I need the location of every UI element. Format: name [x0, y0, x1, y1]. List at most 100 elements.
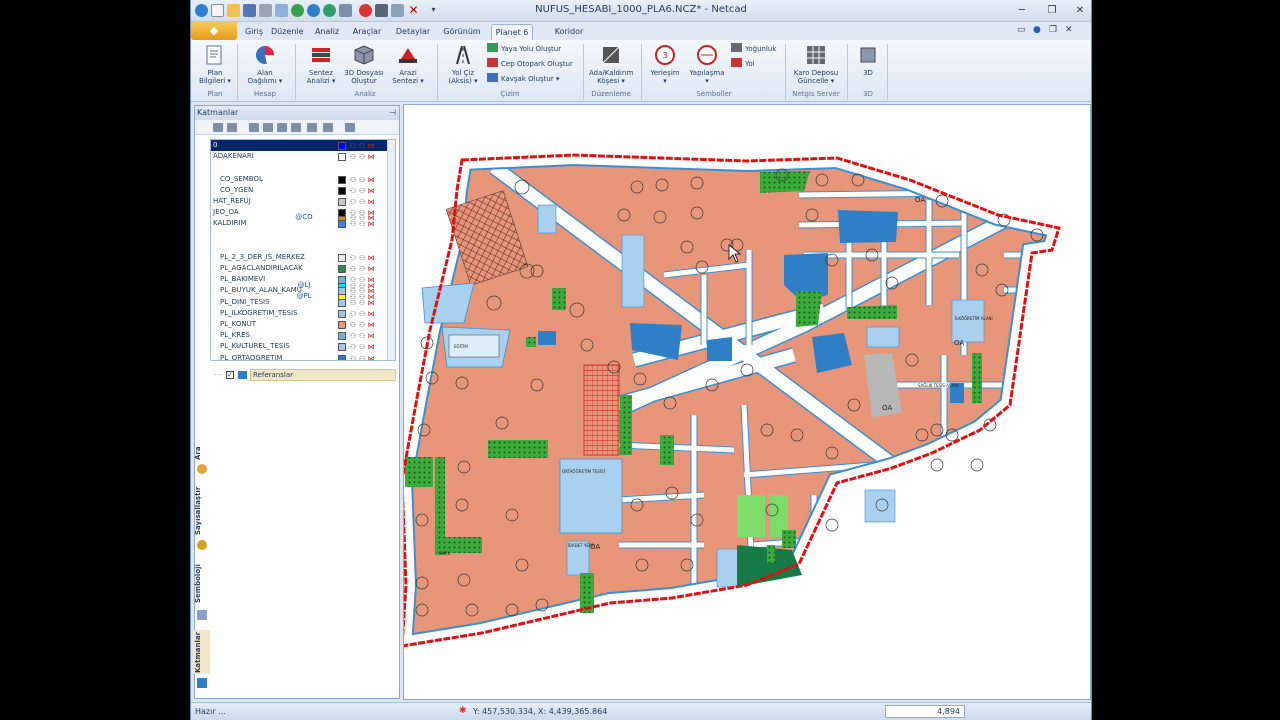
layer-row[interactable]: HAT_REFUJ ⚇ ⚇ ⋈	[211, 196, 395, 207]
layer-row[interactable]: ADAKENARI ⚇ ⚇ ⋈	[211, 151, 395, 162]
freeze-icon[interactable]: ⋈	[367, 220, 375, 228]
kavsak-button[interactable]: Kavşak Oluştur ▾	[487, 73, 559, 85]
arazi-sentezi-button[interactable]: Arazi Sentezi ▾	[389, 42, 427, 90]
references-label[interactable]: Referanslar	[250, 369, 396, 381]
eye-icon[interactable]: ⚇	[349, 287, 357, 295]
lock-icon[interactable]: ⚇	[358, 209, 366, 217]
help-icon[interactable]: ●	[1033, 25, 1041, 35]
lock-icon[interactable]: ⚇	[358, 321, 366, 329]
layer-row[interactable]: PL_KULTUREL_TESIS ⚇ ⚇ ⋈	[211, 341, 395, 352]
eye-icon[interactable]: ⚇	[349, 198, 357, 206]
layer-row[interactable]: PL_KRES ⚇ ⚇ ⋈	[211, 330, 395, 341]
eye-icon[interactable]: ⚇	[349, 343, 357, 351]
3d-button[interactable]: 3D	[855, 42, 881, 90]
eye-icon[interactable]: ⚇	[349, 321, 357, 329]
layer-color-swatch[interactable]	[338, 142, 346, 150]
layer-list-scrollbar[interactable]	[387, 140, 395, 360]
3d-dosyasi-button[interactable]: 3D Dosyası Oluştur	[343, 42, 385, 90]
add-layer-icon[interactable]	[213, 123, 223, 132]
freeze-icon[interactable]: ⋈	[367, 287, 375, 295]
layer-color-swatch[interactable]	[338, 220, 346, 229]
layer-lock-icon[interactable]	[263, 123, 273, 132]
lock-icon[interactable]: ⚇	[358, 276, 366, 284]
layer-color-swatch[interactable]	[338, 332, 346, 341]
doc-restore-icon[interactable]: ❐	[1049, 25, 1057, 35]
lock-icon[interactable]: ⚇	[358, 198, 366, 206]
cep-otopark-button[interactable]: Cep Otopark Oluştur	[487, 58, 573, 70]
layer-color-swatch[interactable]	[338, 153, 346, 162]
tab-analiz[interactable]: Analiz	[313, 24, 341, 40]
lock-icon[interactable]: ⚇	[358, 310, 366, 318]
freeze-icon[interactable]: ⋈	[367, 321, 375, 329]
yol-ciz-button[interactable]: Yol Çiz (Aksis) ▾	[445, 42, 481, 90]
lock-icon[interactable]: ⚇	[358, 220, 366, 228]
freeze-icon[interactable]: ⋈	[367, 276, 375, 284]
layer-color-swatch[interactable]	[338, 209, 346, 218]
scale-input[interactable]: 4,894	[885, 705, 965, 718]
freeze-icon[interactable]: ⋈	[367, 299, 375, 307]
window-close-icon[interactable]: ✕	[1071, 3, 1089, 18]
freeze-icon[interactable]: ⋈	[367, 343, 375, 351]
tab-gorunum[interactable]: Görünüm	[443, 24, 481, 40]
layer-color-swatch[interactable]	[338, 287, 346, 296]
eye-icon[interactable]: ⚇	[349, 276, 357, 284]
tab-giris[interactable]: Giriş	[241, 24, 267, 40]
layer-color-swatch[interactable]	[338, 298, 346, 307]
eye-icon[interactable]: ⚇	[349, 187, 357, 195]
layer-color-swatch[interactable]	[338, 186, 346, 195]
remove-layer-icon[interactable]	[227, 123, 237, 132]
lock-icon[interactable]: ⚇	[358, 176, 366, 184]
layer-color-swatch[interactable]	[338, 253, 346, 262]
freeze-icon[interactable]: ⋈	[367, 209, 375, 217]
application-menu-button[interactable]: ◆	[191, 22, 237, 40]
layer-row[interactable]: CO_YGEN ⚇ ⚇ ⋈	[211, 185, 395, 196]
eye-icon[interactable]: ⚇	[349, 220, 357, 228]
side-tab-sayisallastir[interactable]: Sayısallaştır	[194, 486, 210, 536]
plan-map[interactable]: OA OA OA OA EĞİTİM ORTAÖĞRETİM TESİSİ İL…	[404, 105, 1091, 700]
layer-row[interactable]: PL_AGACLANDIRILACAK ⚇ ⚇ ⋈	[211, 263, 395, 274]
lock-icon[interactable]: ⚇	[358, 254, 366, 262]
plan-bilgileri-button[interactable]: Plan Bilgileri ▾	[197, 42, 233, 90]
layer-row[interactable]: KALDIRIM ⚇ ⚇ ⋈	[211, 218, 395, 229]
layer-row[interactable]: PL_ORTAOGRETIM ⚇ ⚇ ⋈	[211, 353, 395, 360]
layer-color-swatch[interactable]	[338, 175, 346, 184]
lock-icon[interactable]: ⚇	[358, 265, 366, 273]
lock-icon[interactable]: ⚇	[358, 343, 366, 351]
sentez-analizi-button[interactable]: Sentez Analizi ▾	[303, 42, 339, 90]
eye-icon[interactable]: ⚇	[349, 142, 357, 150]
freeze-icon[interactable]: ⋈	[367, 153, 375, 161]
karo-deposu-button[interactable]: Karo Deposu Güncelle ▾	[791, 42, 841, 90]
layer-color-swatch[interactable]	[338, 354, 346, 360]
eye-icon[interactable]: ⚇	[349, 153, 357, 161]
eye-icon[interactable]: ⚇	[349, 254, 357, 262]
layer-row[interactable]: PL_BUYUK_ALAN_KAMU ⚇ ⚇ ⋈	[211, 285, 395, 296]
layer-row[interactable]: PL_KONUT ⚇ ⚇ ⋈	[211, 319, 395, 330]
ada-kaldirim-button[interactable]: Ada/Kaldırım Köşesi ▾	[589, 42, 634, 90]
lock-icon[interactable]: ⚇	[358, 187, 366, 195]
lock-icon[interactable]: ⚇	[358, 287, 366, 295]
layer-color-swatch[interactable]	[338, 276, 346, 285]
layer-row[interactable]: PL_ILKOGRETIM_TESIS ⚇ ⚇ ⋈	[211, 308, 395, 319]
layer-row[interactable]: PL_2_3_DER_IS_MERKEZ ⚇ ⚇ ⋈	[211, 252, 395, 263]
layer-settings-icon[interactable]	[345, 123, 355, 132]
tab-detaylar[interactable]: Detaylar	[395, 24, 431, 40]
layer-freeze-icon[interactable]	[277, 123, 287, 132]
side-tab-ara[interactable]: Ara	[194, 440, 210, 466]
layer-color-swatch[interactable]	[338, 343, 346, 352]
eye-icon[interactable]: ⚇	[349, 299, 357, 307]
tab-araclar[interactable]: Araçlar	[351, 24, 383, 40]
freeze-icon[interactable]: ⋈	[367, 176, 375, 184]
doc-close-icon[interactable]: ✕	[1065, 25, 1073, 35]
layer-row[interactable]: PL_DINI_TESIS ⚇ ⚇ ⋈	[211, 297, 395, 308]
eye-icon[interactable]: ⚇	[349, 355, 357, 360]
freeze-icon[interactable]: ⋈	[367, 142, 375, 150]
freeze-icon[interactable]: ⋈	[367, 254, 375, 262]
tab-koridor-analizi[interactable]: Koridor Analizi	[541, 24, 597, 52]
yaya-yolu-button[interactable]: Yaya Yolu Oluştur	[487, 43, 561, 55]
lock-icon[interactable]: ⚇	[358, 355, 366, 360]
tab-planet6[interactable]: Planet 6	[491, 24, 533, 40]
restore-icon[interactable]: ❐	[1043, 3, 1061, 18]
layer-row[interactable]: JEO_OA ⚇ ⚇ ⋈	[211, 207, 395, 218]
minimize-icon[interactable]: ─	[1013, 3, 1031, 18]
layer-color-swatch[interactable]	[338, 197, 346, 206]
